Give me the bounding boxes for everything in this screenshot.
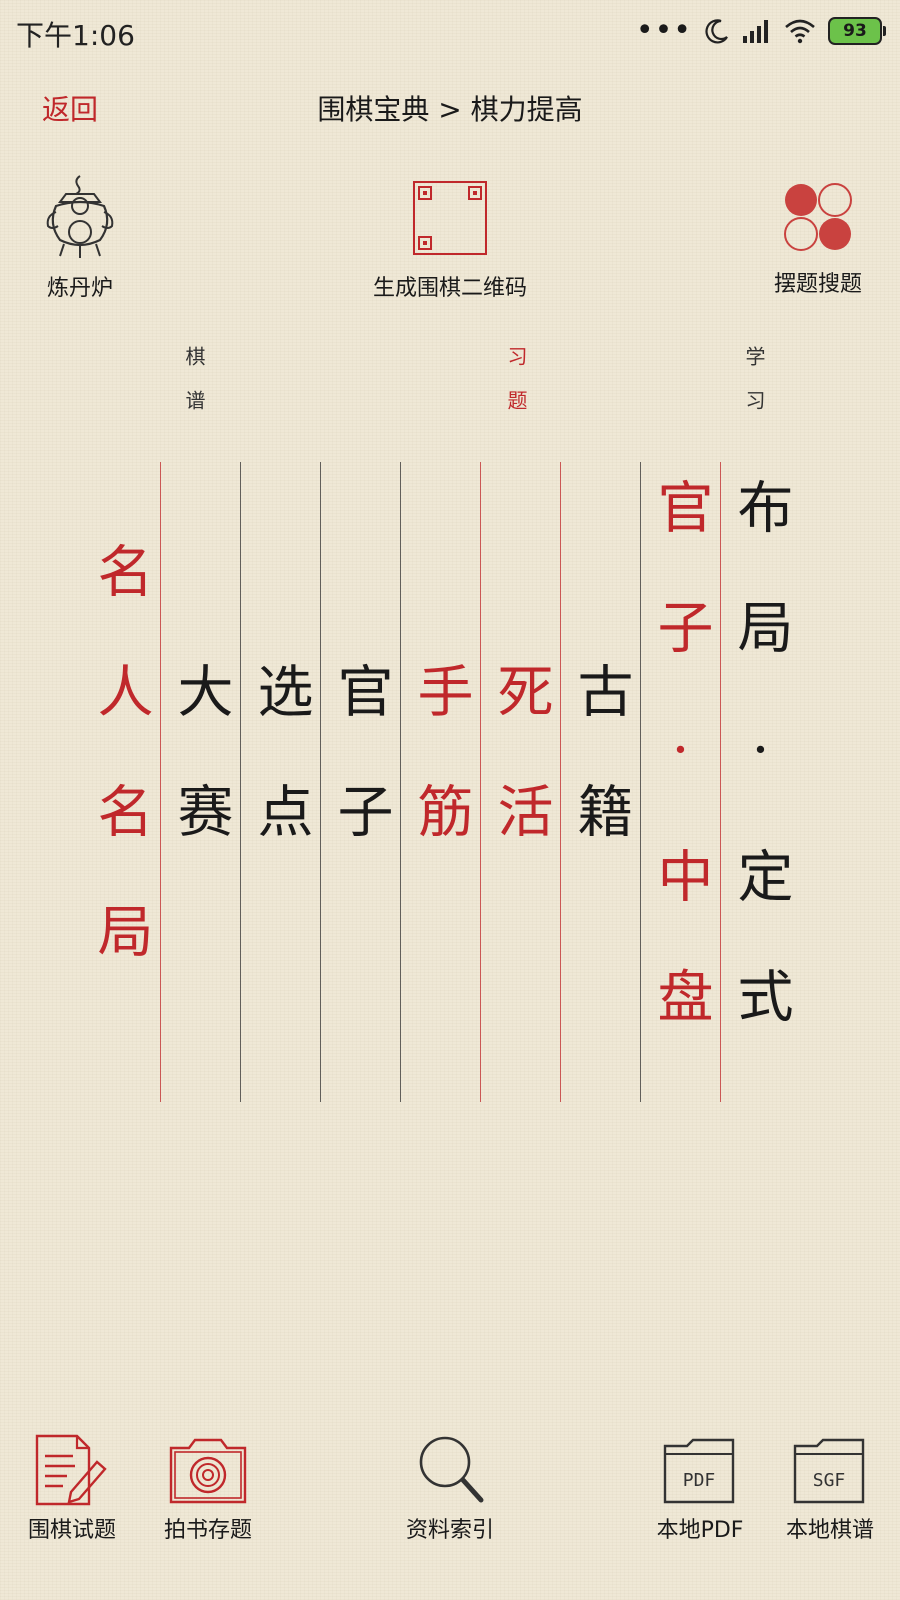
incense-burner-icon [46, 175, 114, 258]
menu-column-2[interactable]: 选点 [240, 462, 320, 1102]
local-sgf-label: 本地棋谱 [785, 1518, 874, 1543]
status-icons: ••• 93 [635, 13, 886, 48]
wifi-icon [785, 19, 815, 44]
menu-column-label: 古籍 [568, 662, 633, 902]
alchemy-furnace-button[interactable]: 炼丹炉 [20, 172, 140, 302]
column-divider [160, 462, 161, 1102]
group-label-xiti: 习题 [504, 346, 528, 434]
local-pdf-label: 本地PDF [656, 1518, 744, 1543]
column-divider [240, 462, 241, 1102]
alchemy-furnace-label: 炼丹炉 [46, 276, 113, 301]
pdf-badge: PDF [683, 1470, 716, 1491]
local-pdf-button[interactable]: PDF 本地PDF [630, 1432, 770, 1544]
column-divider [640, 462, 641, 1102]
place-search-problem-label: 摆题搜题 [773, 272, 862, 297]
go-stones-icon [784, 183, 852, 251]
moon-icon [705, 19, 728, 44]
menu-column-label: 选点 [248, 662, 313, 902]
status-time: 下午1:06 [16, 19, 135, 52]
battery-icon: 93 [828, 17, 886, 45]
menu-column-7[interactable]: 官子·中盘 [640, 462, 720, 1102]
group-label-xuexi: 学习 [742, 346, 766, 434]
group-label-qipu: 棋谱 [182, 346, 206, 434]
exam-paper-icon [35, 1434, 107, 1506]
photo-save-problem-label: 拍书存题 [163, 1518, 252, 1543]
column-divider [320, 462, 321, 1102]
sgf-folder-icon: SGF [793, 1438, 865, 1504]
column-divider [560, 462, 561, 1102]
menu-column-label: 布局·定式 [728, 477, 793, 1087]
page-title: 围棋宝典 > 棋力提高 [317, 93, 583, 126]
column-divider [720, 462, 721, 1102]
search-icon [419, 1436, 484, 1503]
generate-qrcode-button[interactable]: 生成围棋二维码 [340, 180, 560, 302]
material-index-label: 资料索引 [405, 1518, 494, 1543]
sgf-badge: SGF [813, 1470, 846, 1491]
go-exam-button[interactable]: 围棋试题 [12, 1432, 132, 1544]
menu-column-3[interactable]: 官子 [320, 462, 400, 1102]
menu-column-label: 死活 [488, 662, 553, 902]
menu-column-label: 官子 [328, 662, 393, 902]
menu-column-1[interactable]: 大赛 [160, 462, 240, 1102]
place-search-problem-button[interactable]: 摆题搜题 [758, 182, 878, 298]
column-divider [400, 462, 401, 1102]
generate-qrcode-label: 生成围棋二维码 [372, 276, 527, 301]
menu-column-label: 手筋 [408, 662, 473, 902]
local-sgf-button[interactable]: SGF 本地棋谱 [760, 1432, 900, 1544]
go-exam-label: 围棋试题 [27, 1518, 116, 1543]
signal-icon [743, 20, 768, 43]
photo-save-problem-button[interactable]: 拍书存题 [148, 1432, 268, 1544]
material-index-button[interactable]: 资料索引 [380, 1432, 520, 1544]
qrcode-icon [413, 181, 487, 255]
camera-icon [169, 1438, 247, 1504]
menu-column-6[interactable]: 古籍 [560, 462, 640, 1102]
menu-column-5[interactable]: 死活 [480, 462, 560, 1102]
menu-column-8[interactable]: 布局·定式 [720, 462, 800, 1102]
menu-column-4[interactable]: 手筋 [400, 462, 480, 1102]
menu-column-0[interactable]: 名人名局 [80, 462, 160, 1102]
column-divider [480, 462, 481, 1102]
menu-column-label: 官子·中盘 [648, 477, 713, 1087]
menu-column-label: 名人名局 [88, 542, 153, 1022]
pdf-folder-icon: PDF [663, 1438, 735, 1504]
menu-column-label: 大赛 [168, 662, 233, 902]
more-dots-icon: ••• [635, 13, 692, 48]
